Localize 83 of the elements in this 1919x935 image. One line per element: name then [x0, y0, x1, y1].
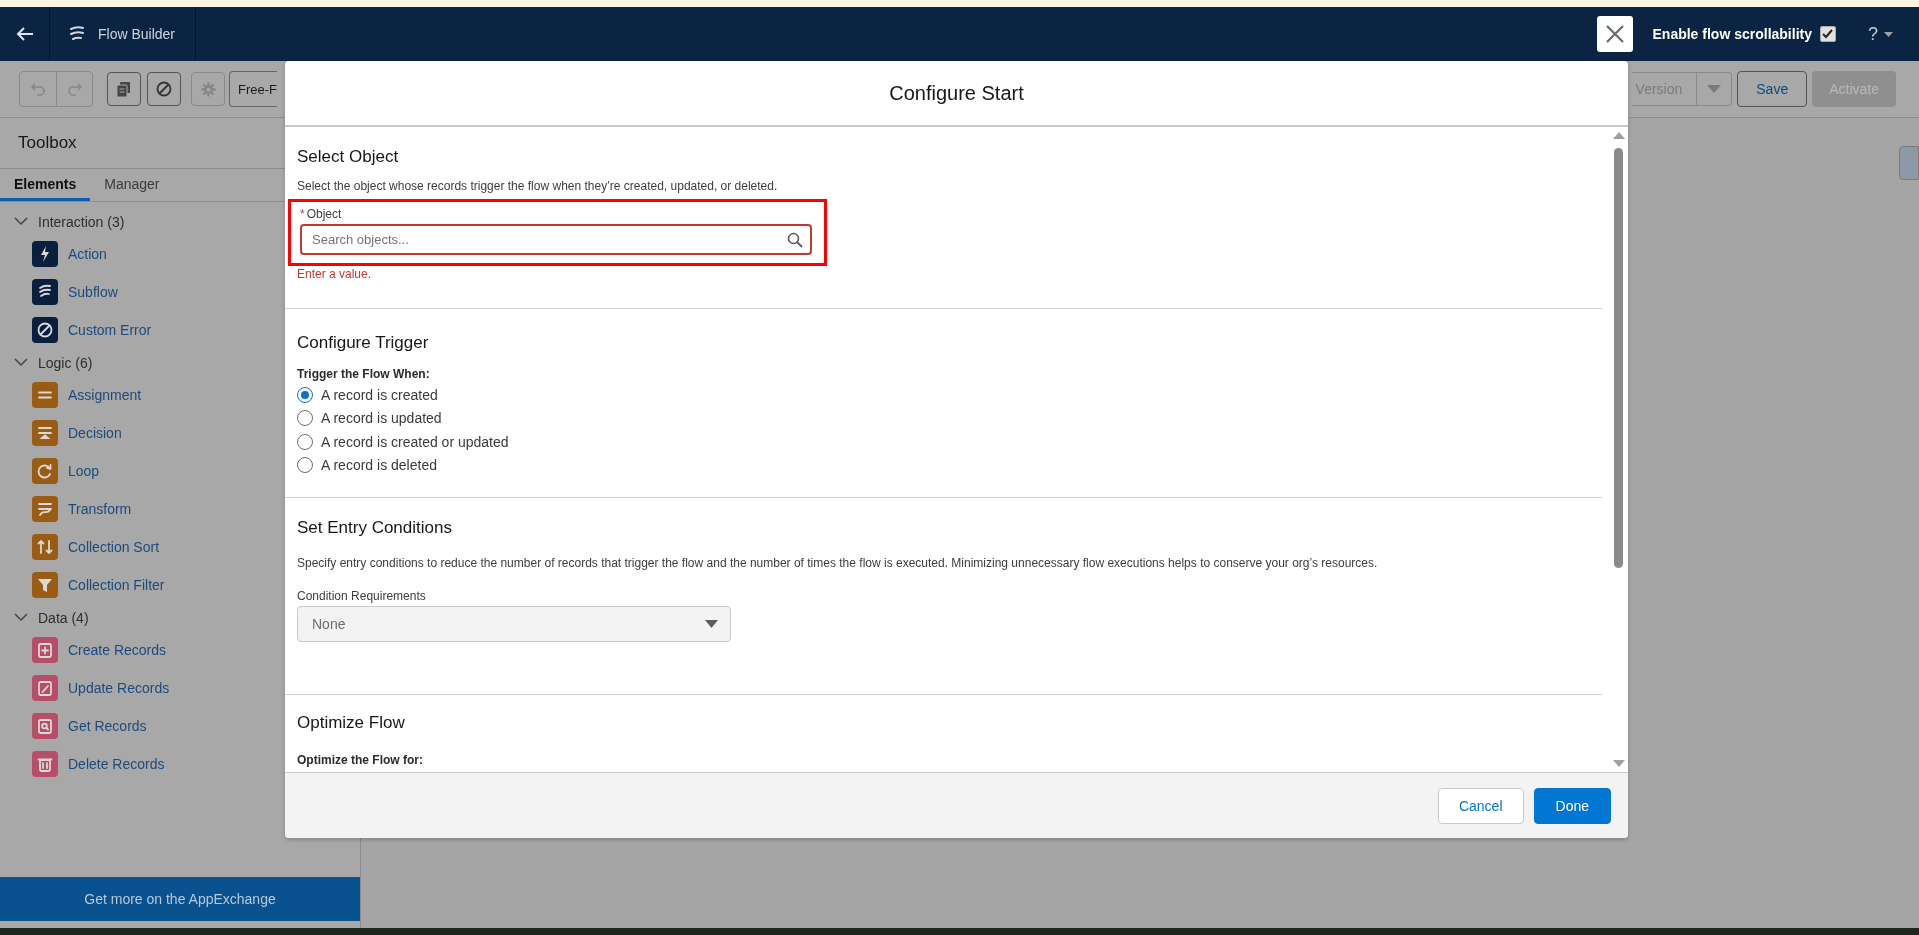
section-heading: Optimize Flow [297, 713, 406, 733]
section-heading: Set Entry Conditions [297, 518, 453, 538]
update-element-icon [32, 675, 58, 701]
settings-icon [200, 81, 216, 97]
chevron-icon [14, 613, 28, 622]
element-link[interactable]: Update Records [68, 680, 170, 696]
required-mark: * [300, 207, 305, 221]
toolbox-tab[interactable]: Manager [90, 169, 174, 201]
element-link[interactable]: Loop [68, 463, 100, 479]
element-link[interactable]: Delete Records [68, 756, 165, 772]
cancel-button[interactable]: Cancel [1437, 787, 1524, 824]
close-button[interactable] [1596, 16, 1633, 52]
filter-element-icon [32, 572, 58, 598]
error-message: Enter a value. [297, 267, 373, 281]
radio-button[interactable] [297, 410, 313, 427]
group-label: Trigger the Flow When: [297, 367, 431, 381]
element-link[interactable]: Subflow [68, 284, 118, 300]
caret-icon [1884, 31, 1893, 37]
element-link[interactable]: Transform [68, 501, 132, 517]
ban-button[interactable] [147, 72, 181, 106]
field-label: * Object [300, 207, 343, 221]
element-link[interactable]: Get Records [68, 718, 147, 734]
loop-element-icon [32, 458, 58, 484]
action-element-icon [32, 241, 58, 267]
error-element-icon [32, 317, 58, 343]
toolbox-tab[interactable]: Elements [0, 169, 91, 201]
decision-element-icon [32, 420, 58, 446]
section-heading: Configure Trigger [297, 333, 430, 353]
help-button[interactable]: ? [1868, 23, 1893, 45]
create-element-icon [32, 637, 58, 663]
scroll-up-icon[interactable] [1613, 131, 1625, 139]
appexchange-link[interactable]: Get more on the AppExchange [0, 877, 360, 921]
get-element-icon [32, 713, 58, 739]
radio-button[interactable] [297, 386, 313, 403]
radio-label: A record is deleted [321, 457, 437, 474]
scrollability-label: Enable flow scrollability [1652, 26, 1812, 42]
undo-icon [31, 82, 45, 96]
group-label: Optimize the Flow for: [297, 753, 424, 767]
element-link[interactable]: Collection Sort [68, 539, 160, 555]
caret-icon [705, 620, 718, 628]
element-link[interactable]: Action [68, 246, 107, 262]
caret-icon [1707, 85, 1722, 93]
element-link[interactable]: Assignment [68, 387, 142, 403]
mode-button[interactable]: Free-F [229, 71, 277, 107]
element-link[interactable]: Custom Error [68, 322, 152, 338]
scroll-down-icon[interactable] [1613, 760, 1625, 768]
field-label: Condition Requirements [297, 589, 427, 603]
radio-label: A record is created [321, 386, 438, 403]
element-link[interactable]: Create Records [68, 642, 167, 658]
redo-icon [67, 82, 82, 96]
delete-element-icon [32, 751, 58, 777]
group-header[interactable]: Data (4) [0, 604, 95, 631]
chevron-icon [14, 217, 28, 226]
flow-icon [68, 25, 86, 43]
search-field[interactable]: Search objects... [300, 224, 812, 255]
subflow-element-icon [32, 279, 58, 305]
ban-icon [156, 81, 172, 97]
element-link[interactable]: Decision [68, 425, 122, 441]
assignment-element-icon [32, 382, 58, 408]
panel-toggle[interactable] [1899, 146, 1919, 180]
scrollability-checkbox[interactable] [1820, 26, 1836, 42]
back-arrow-icon [15, 26, 34, 42]
copy-button[interactable] [107, 72, 141, 106]
save-button[interactable]: Save [1737, 71, 1808, 107]
radio-button[interactable] [297, 433, 313, 450]
radio-button[interactable] [297, 457, 313, 474]
section-description: Specify entry conditions to reduce the number of records that trigger the flow and the number of times the flow is executed. Minimizing unnecessary flow executions helps to conserve your org’s resources. [297, 556, 1379, 570]
group-header[interactable]: Logic (6) [0, 349, 99, 376]
transform-element-icon [32, 496, 58, 522]
search-icon [787, 232, 803, 248]
copy-icon [117, 81, 131, 97]
close-icon [1604, 24, 1625, 44]
radio-label: A record is created or updated [321, 433, 509, 450]
group-header[interactable]: Interaction (3) [0, 208, 131, 235]
scrollbar-thumb[interactable] [1614, 148, 1623, 568]
section-description: Select the object whose records trigger the flow when they’re created, updated, or deleted. [297, 179, 779, 193]
element-link[interactable]: Collection Filter [68, 577, 165, 593]
app-title: Flow Builder [98, 26, 176, 42]
modal-title: Configure Start [285, 61, 1628, 127]
done-button[interactable]: Done [1533, 787, 1611, 824]
sort-element-icon [32, 534, 58, 560]
radio-label: A record is updated [321, 410, 442, 427]
chevron-icon [14, 358, 28, 367]
